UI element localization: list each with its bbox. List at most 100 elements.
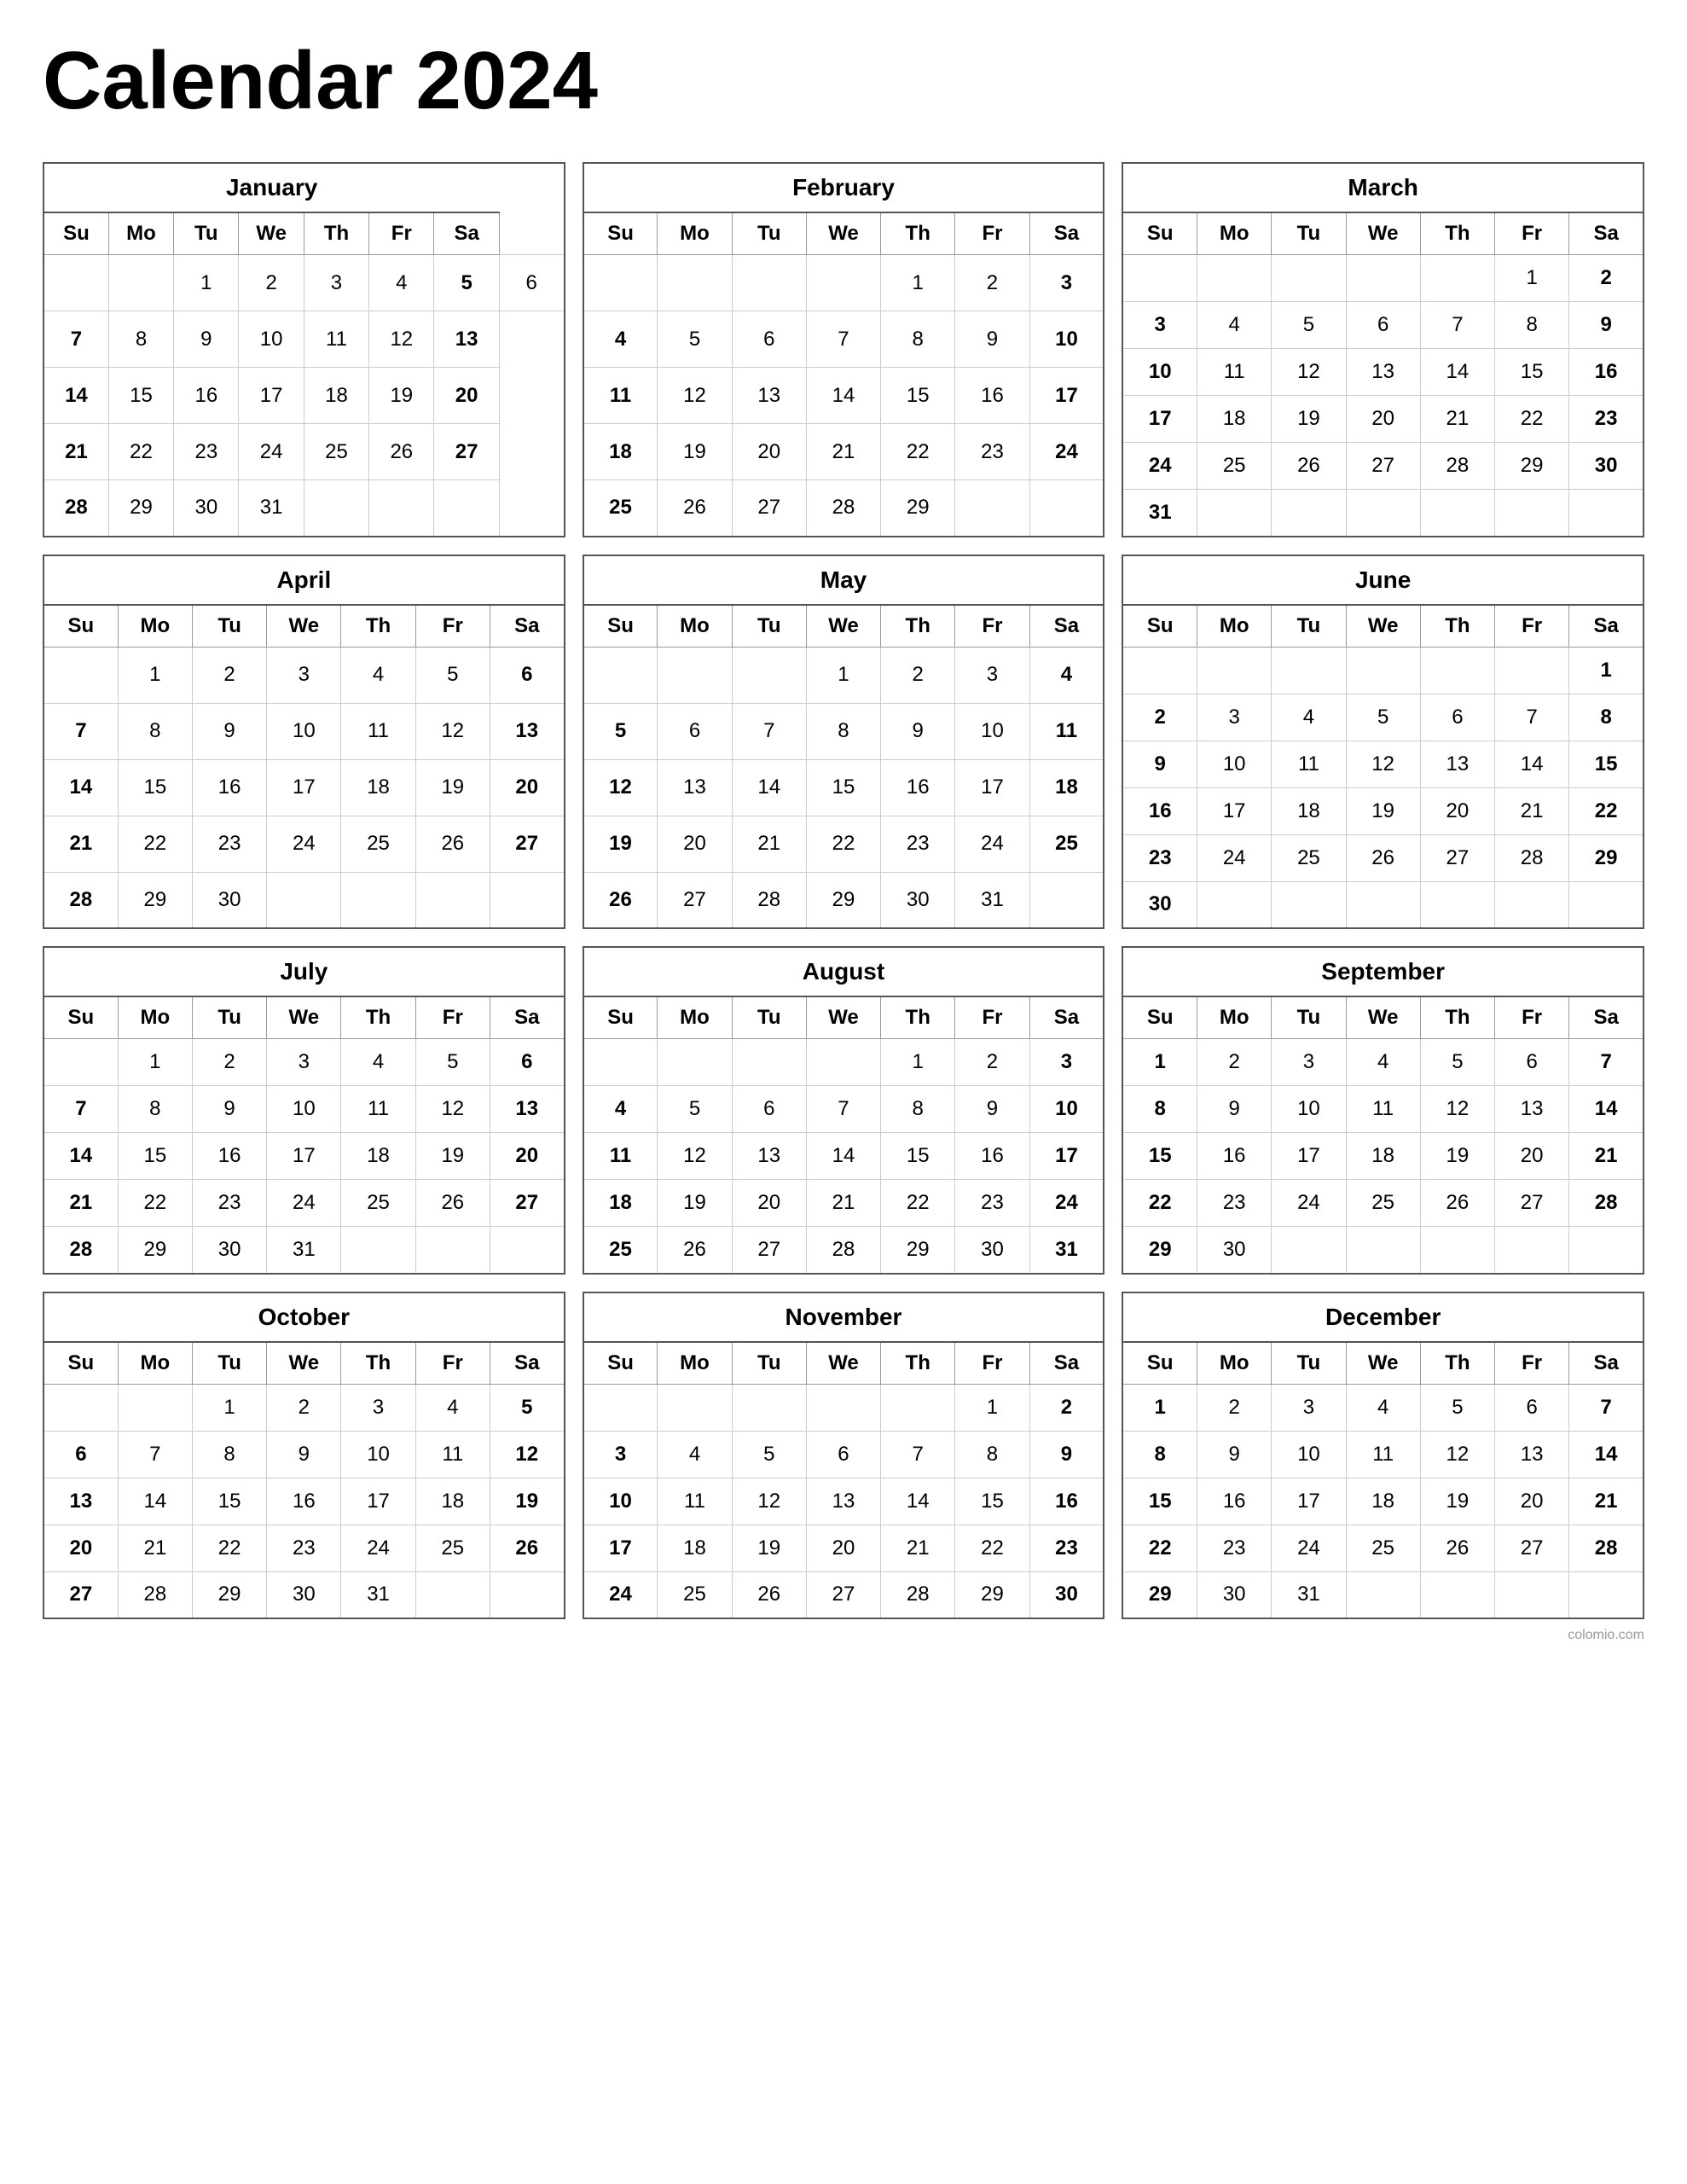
day-cell: 17 [267,759,341,816]
day-cell: 3 [1122,302,1197,349]
day-cell: 6 [732,311,806,368]
day-header-fr: Fr [955,605,1029,648]
day-cell: 10 [1122,349,1197,396]
day-cell: 4 [369,255,434,311]
day-cell: 30 [881,872,955,928]
day-cell: 16 [267,1478,341,1525]
day-header-su: Su [1122,605,1197,648]
day-cell: 13 [732,1133,806,1180]
day-cell: 13 [732,368,806,424]
day-cell [1346,881,1420,928]
day-cell: 6 [43,1431,118,1478]
day-cell: 18 [583,424,658,480]
day-cell: 15 [1569,741,1644,787]
day-cell: 7 [1495,694,1569,741]
day-cell: 5 [490,1384,564,1431]
month-name-april: April [43,555,565,605]
day-header-sa: Sa [1569,605,1644,648]
day-cell: 14 [732,759,806,816]
day-cell [490,872,564,928]
day-cell [806,1039,880,1086]
day-cell: 13 [434,311,499,368]
day-header-we: We [1346,1342,1420,1385]
day-cell: 28 [732,872,806,928]
day-cell: 24 [1272,1180,1346,1227]
day-cell [490,1227,564,1274]
day-cell [732,255,806,311]
day-cell: 10 [1029,1086,1104,1133]
day-cell: 3 [1029,255,1104,311]
day-header-th: Th [881,1342,955,1385]
day-cell [1272,490,1346,537]
day-header-fr: Fr [955,996,1029,1039]
day-cell: 29 [1122,1571,1197,1618]
day-cell: 12 [1420,1431,1494,1478]
day-header-sa: Sa [490,1342,564,1385]
day-cell: 12 [583,759,658,816]
day-header-th: Th [341,605,415,648]
day-header-tu: Tu [732,996,806,1039]
day-cell: 6 [1495,1039,1569,1086]
day-cell: 8 [881,311,955,368]
day-cell: 27 [806,1571,880,1618]
day-cell: 1 [881,1039,955,1086]
day-header-fr: Fr [415,996,490,1039]
month-name-november: November [583,1292,1104,1342]
day-cell: 29 [955,1571,1029,1618]
day-cell: 27 [732,480,806,537]
day-header-fr: Fr [955,212,1029,255]
day-cell: 29 [118,1227,192,1274]
day-cell [1122,255,1197,302]
day-cell: 13 [490,1086,564,1133]
day-cell: 22 [806,816,880,872]
day-cell: 8 [806,703,880,759]
day-cell: 15 [108,368,173,424]
day-header-fr: Fr [1495,996,1569,1039]
day-cell: 16 [881,759,955,816]
day-cell: 25 [1272,834,1346,881]
day-cell: 26 [415,1180,490,1227]
day-cell: 1 [1569,647,1644,694]
month-name-august: August [583,947,1104,996]
day-cell: 26 [583,872,658,928]
day-cell [1569,881,1644,928]
day-cell [1272,1227,1346,1274]
day-cell [955,480,1029,537]
day-cell: 17 [955,759,1029,816]
day-header-we: We [1346,212,1420,255]
day-cell: 4 [341,647,415,703]
day-cell: 26 [415,816,490,872]
day-cell: 27 [1420,834,1494,881]
day-header-sa: Sa [1029,996,1104,1039]
day-cell [118,1384,192,1431]
day-cell: 25 [415,1525,490,1571]
day-cell: 24 [267,1180,341,1227]
day-cell: 4 [1197,302,1272,349]
day-cell [415,872,490,928]
day-cell: 25 [1346,1180,1420,1227]
month-name-october: October [43,1292,565,1342]
day-cell: 4 [1346,1384,1420,1431]
day-cell [1420,1227,1494,1274]
day-cell: 25 [341,1180,415,1227]
day-header-th: Th [1420,1342,1494,1385]
day-cell: 8 [1122,1086,1197,1133]
day-cell: 28 [43,480,108,537]
day-cell: 31 [955,872,1029,928]
day-cell: 20 [1495,1133,1569,1180]
day-cell: 7 [806,311,880,368]
day-cell: 12 [732,1478,806,1525]
day-cell: 30 [1122,881,1197,928]
day-cell: 8 [118,1086,192,1133]
day-cell: 2 [955,255,1029,311]
day-cell: 26 [1272,443,1346,490]
day-cell: 23 [1029,1525,1104,1571]
day-cell: 19 [415,1133,490,1180]
day-cell: 5 [658,1086,732,1133]
month-name-march: March [1122,163,1644,212]
day-cell: 7 [881,1431,955,1478]
day-header-tu: Tu [192,605,266,648]
day-header-we: We [267,996,341,1039]
day-cell: 24 [955,816,1029,872]
day-header-sa: Sa [434,212,499,255]
